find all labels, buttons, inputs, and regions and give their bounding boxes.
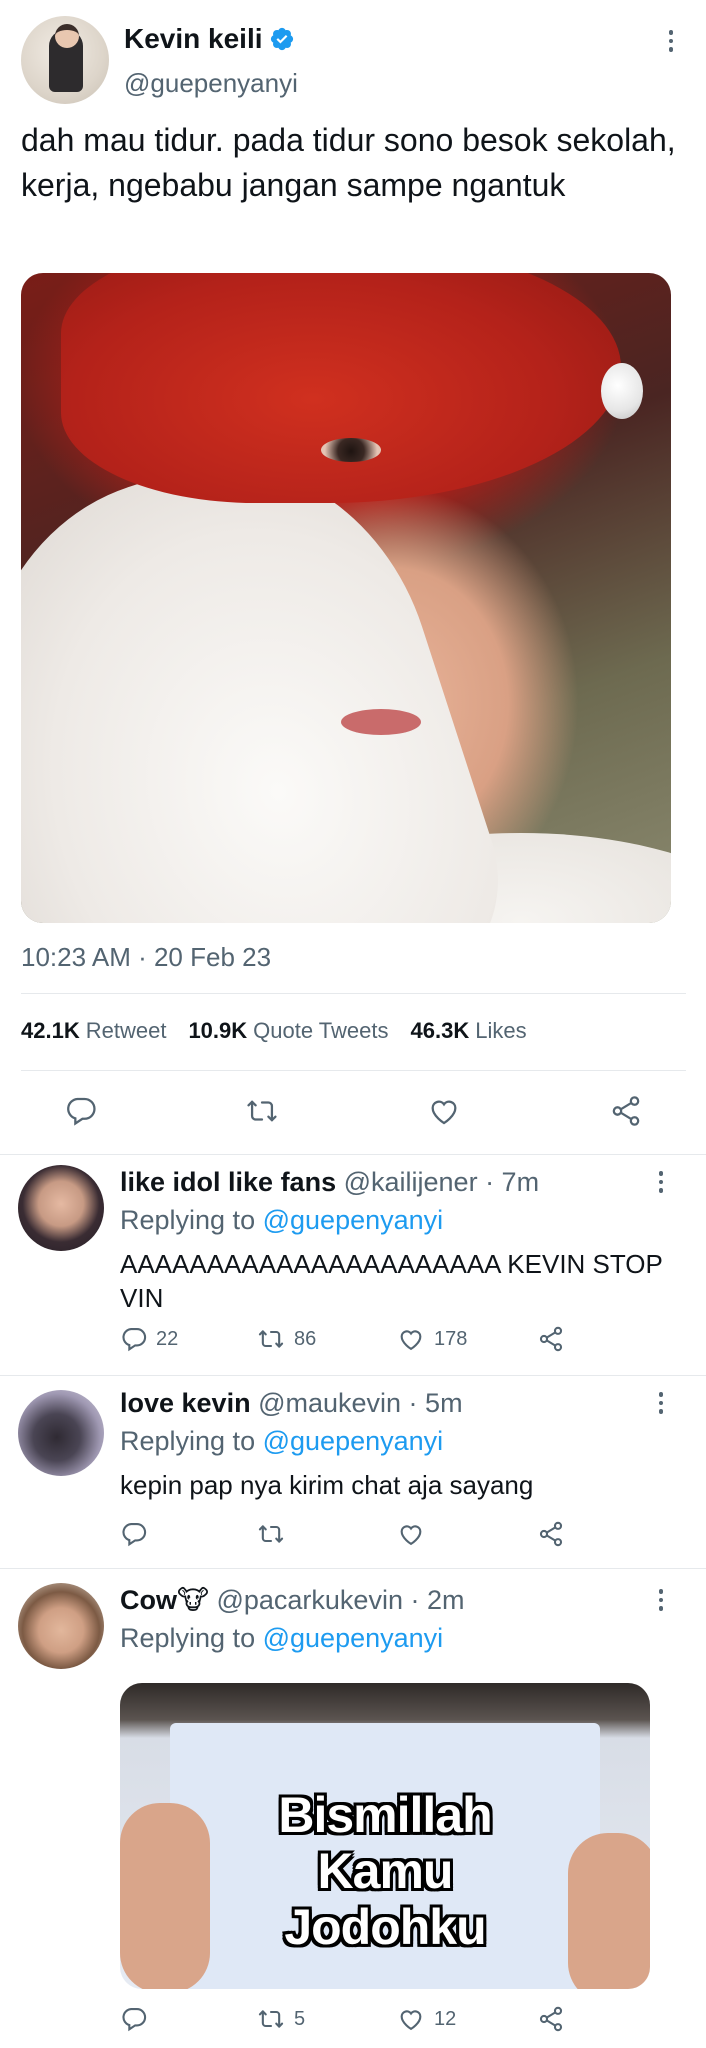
more-options-icon[interactable] [657, 1171, 665, 1193]
share-icon [539, 1521, 563, 1547]
more-options-icon[interactable] [657, 1392, 665, 1414]
reply-count: 22 [156, 1327, 179, 1350]
verified-badge-icon [270, 27, 293, 51]
share-button[interactable] [536, 1520, 566, 1548]
share-button[interactable] [536, 1325, 566, 1353]
author-display-name[interactable]: Kevin keili [124, 21, 263, 57]
replying-to-label: Replying to [120, 1623, 256, 1653]
heart-icon [400, 1525, 422, 1546]
tweet-photo[interactable] [21, 273, 671, 923]
reply-tweet[interactable]: Cow🐮 @pacarkukevin · 2m Replying to @gue… [0, 1569, 706, 2048]
retweet-icon [258, 1525, 284, 1543]
reply-icon [122, 1523, 147, 1547]
quote-tweets-stat[interactable]: 10.9K Quote Tweets [188, 1016, 388, 1046]
likes-count: 46.3K [410, 1018, 470, 1043]
like-count: 12 [434, 2007, 457, 2030]
author-display-name-row[interactable]: Kevin keili [124, 21, 295, 57]
replying-to-label: Replying to [120, 1426, 256, 1456]
likes-stat[interactable]: 46.3K Likes [411, 1016, 527, 1046]
replying-to-link[interactable]: @guepenyanyi [263, 1623, 444, 1653]
reply-name-row: Cow🐮 @pacarkukevin · 2m [120, 1583, 464, 1617]
reply-display-name[interactable]: like idol like fans [120, 1167, 336, 1197]
like-button[interactable]: 12 [396, 2005, 456, 2033]
reply-display-name[interactable]: love kevin [120, 1388, 251, 1418]
author-handle[interactable]: @guepenyanyi [124, 66, 298, 100]
reply-icon [122, 2008, 147, 2032]
share-icon [539, 2006, 563, 2032]
tweet-stats: 42.1K Retweet 10.9K Quote Tweets 46.3K Like… [21, 1016, 527, 1046]
meme-line: Kamu [317, 1843, 454, 1899]
reply-button[interactable] [120, 2005, 156, 2033]
retweet-icon [247, 1100, 277, 1122]
retweet-count: 42.1K [21, 1018, 80, 1043]
meme-caption: Bismillah Kamu Jodohku [120, 1787, 650, 1955]
replying-to-label: Replying to [120, 1205, 256, 1235]
like-button[interactable] [396, 1520, 434, 1548]
retweet-button[interactable] [256, 1520, 294, 1548]
retweet-button[interactable]: 5 [256, 2005, 305, 2033]
reply-icon [122, 1328, 147, 1352]
like-count: 178 [434, 1327, 468, 1350]
reply-text: AAAAAAAAAAAAAAAAAAAAAA KEVIN STOP VIN [120, 1249, 663, 1313]
reply-avatar[interactable] [18, 1583, 104, 1669]
retweet-icon [258, 1330, 284, 1348]
share-icon [612, 1096, 640, 1126]
reply-display-name[interactable]: Cow🐮 [120, 1585, 209, 1615]
tweet-text: dah mau tidur. pada tidur sono besok sek… [21, 122, 676, 203]
reply-avatar[interactable] [18, 1390, 104, 1476]
author-avatar[interactable] [21, 16, 109, 104]
like-button[interactable]: 178 [396, 1325, 467, 1353]
tweet-timestamp[interactable]: 10:23 AM · 20 Feb 23 [21, 940, 271, 974]
heart-icon [400, 2010, 422, 2031]
retweet-icon [258, 2010, 284, 2028]
reply-button[interactable]: 22 [120, 1325, 178, 1353]
reply-name-row: like idol like fans @kailijener · 7m [120, 1165, 539, 1199]
more-options-icon[interactable] [657, 1589, 665, 1611]
reply-button[interactable] [120, 1520, 156, 1548]
meme-line: Bismillah [278, 1787, 492, 1843]
reply-text: kepin pap nya kirim chat aja sayang [120, 1470, 534, 1500]
heart-icon [431, 1100, 457, 1125]
replying-to: Replying to @guepenyanyi [120, 1621, 443, 1655]
replying-to: Replying to @guepenyanyi [120, 1203, 443, 1237]
main-action-bar [0, 1082, 706, 1142]
reply-icon [67, 1097, 96, 1126]
reply-handle[interactable]: @kailijener · 7m [344, 1167, 539, 1197]
reply-handle[interactable]: @maukevin · 5m [258, 1388, 462, 1418]
quote-tweets-count: 10.9K [188, 1018, 248, 1043]
reply-button[interactable] [64, 1094, 98, 1128]
share-button[interactable] [536, 2005, 566, 2033]
replying-to-link[interactable]: @guepenyanyi [263, 1205, 444, 1235]
retweet-label: Retweet [85, 1018, 167, 1043]
reply-avatar[interactable] [18, 1165, 104, 1251]
reply-tweet[interactable]: like idol like fans @kailijener · 7m Rep… [0, 1155, 706, 1375]
divider [21, 1070, 686, 1071]
reply-tweet[interactable]: love kevin @maukevin · 5m Replying to @g… [0, 1376, 706, 1568]
divider [21, 993, 686, 994]
retweet-button[interactable]: 86 [256, 1325, 316, 1353]
reply-name-row: love kevin @maukevin · 5m [120, 1386, 463, 1420]
retweet-button[interactable] [244, 1094, 280, 1128]
reply-handle[interactable]: @pacarkukevin · 2m [216, 1585, 464, 1615]
retweet-stat[interactable]: 42.1K Retweet [21, 1016, 166, 1046]
replying-to: Replying to @guepenyanyi [120, 1424, 443, 1458]
more-options-icon[interactable] [667, 30, 675, 52]
share-button[interactable] [608, 1094, 644, 1128]
meme-line: Jodohku [284, 1899, 486, 1955]
quote-tweets-label: Quote Tweets [253, 1018, 389, 1043]
reply-photo[interactable]: Bismillah Kamu Jodohku [120, 1683, 650, 1989]
retweet-count: 86 [294, 1327, 317, 1350]
retweet-count: 5 [294, 2007, 306, 2030]
likes-label: Likes [475, 1018, 527, 1043]
replying-to-link[interactable]: @guepenyanyi [263, 1426, 444, 1456]
heart-icon [400, 1330, 422, 1351]
share-icon [539, 1326, 563, 1352]
like-button[interactable] [426, 1094, 462, 1128]
